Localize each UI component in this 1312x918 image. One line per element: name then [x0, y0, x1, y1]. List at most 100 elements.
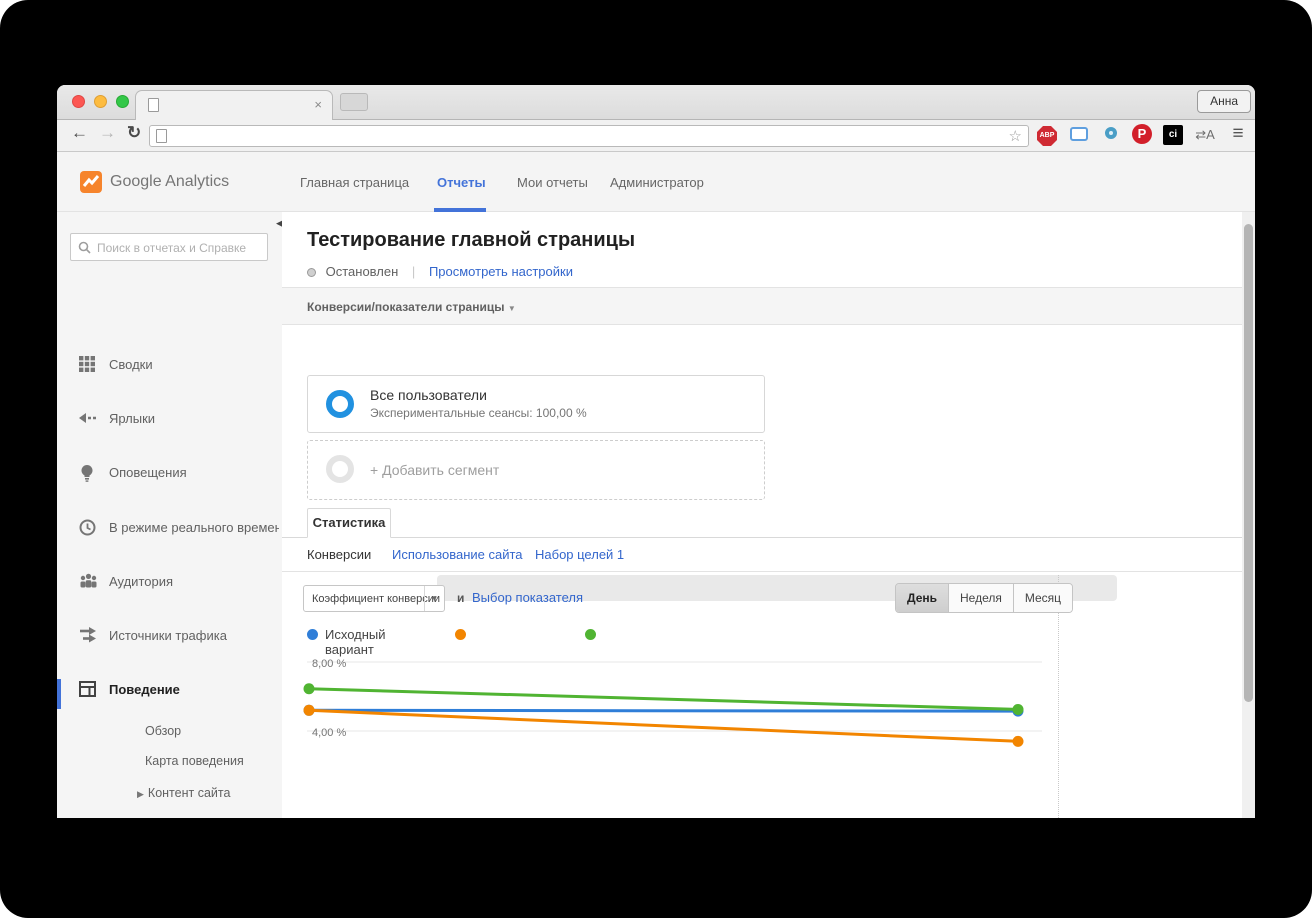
sidebar-item-label: Аудитория: [109, 574, 174, 589]
view-settings-link[interactable]: Просмотреть настройки: [429, 264, 573, 279]
granularity-day-button[interactable]: День: [896, 584, 948, 612]
shortcut-arrow-icon: [79, 410, 97, 428]
sidebar-sub-behavior-flow[interactable]: Карта поведения: [145, 754, 244, 768]
nav-reports[interactable]: Отчеты: [437, 175, 486, 190]
grid-icon: [79, 356, 97, 374]
browser-profile-button[interactable]: Анна: [1197, 90, 1251, 113]
segment-card-all-users[interactable]: Все пользователи Экспериментальные сеанс…: [307, 375, 765, 433]
page-icon: [156, 129, 167, 143]
maximize-window-button[interactable]: [116, 95, 129, 108]
browser-tab[interactable]: ×: [135, 90, 333, 120]
nav-admin[interactable]: Администратор: [610, 175, 704, 190]
add-segment-label: + Добавить сегмент: [370, 462, 500, 478]
drop-extension-icon[interactable]: [1100, 124, 1122, 146]
sidebar-item-acquisition[interactable]: Источники трафика: [57, 625, 282, 655]
screenshot-stage: × Анна ← → ↻ ☆ ABP P ci ⇄A ≡ Google Anal…: [0, 0, 1312, 918]
legend-dot-original[interactable]: [307, 629, 318, 640]
search-input[interactable]: Поиск в отчетах и Справке: [70, 233, 268, 261]
subtab-site-usage[interactable]: Использование сайта: [392, 547, 523, 562]
ci-label: ci: [1163, 125, 1183, 145]
sidebar-item-label: В режиме реального времени: [109, 520, 279, 535]
minimize-window-button[interactable]: [94, 95, 107, 108]
sub-label: Обзор: [145, 724, 182, 738]
back-icon[interactable]: ←: [71, 123, 88, 143]
ci-extension-icon[interactable]: ci: [1162, 124, 1184, 146]
legend-dot-variant2[interactable]: [585, 629, 596, 640]
sidebar-item-label: Поведение: [109, 682, 180, 697]
sidebar-sub-overview[interactable]: Обзор: [145, 724, 181, 738]
tab-statistics[interactable]: Статистика: [307, 508, 391, 538]
sidebar-item-shortcuts[interactable]: Ярлыки: [57, 408, 282, 438]
nav-my-reports[interactable]: Мои отчеты: [517, 175, 588, 190]
main-content: Тестирование главной страницы Остановлен…: [282, 212, 1242, 818]
metric-dropdown-label: Коэффициент конверсии: [312, 593, 440, 605]
status-dot-icon: [307, 268, 316, 277]
bookmark-star-icon[interactable]: ☆: [1009, 127, 1022, 145]
address-bar[interactable]: ☆: [149, 125, 1029, 147]
ga-header: Google Analytics Главная страница Отчеты…: [57, 152, 1255, 212]
granularity-buttons: День Неделя Месяц: [895, 583, 1074, 613]
and-label: и: [457, 591, 465, 605]
granularity-month-button[interactable]: Месяц: [1012, 584, 1073, 612]
add-segment-card[interactable]: + Добавить сегмент: [307, 440, 765, 500]
pinterest-extension-icon[interactable]: P: [1131, 124, 1153, 146]
sub-label: Контент сайта: [147, 786, 231, 800]
status-divider: |: [411, 264, 416, 279]
segment-title: Все пользователи: [370, 387, 487, 403]
segment-subtitle: Экспериментальные сеансы: 100,00 %: [370, 406, 587, 420]
select-metric-link[interactable]: Выбор показателя: [472, 590, 583, 605]
sidebar-sub-site-content[interactable]: ▶ Контент сайта: [137, 786, 230, 800]
y-tick-4: 4,00 %: [312, 727, 347, 739]
browser-tabstrip: × Анна: [57, 85, 1255, 120]
subtab-goal-set[interactable]: Набор целей 1: [535, 547, 624, 562]
page-scrollbar[interactable]: [1242, 212, 1255, 818]
subtabs-row: Конверсии Использование сайта Набор целе…: [282, 538, 1242, 572]
page-title: Тестирование главной страницы: [307, 229, 636, 251]
legend-dot-variant1[interactable]: [455, 629, 466, 640]
sidebar-item-label: Источники трафика: [109, 628, 227, 643]
layout-icon: [79, 681, 97, 699]
sidebar-item-audience[interactable]: Аудитория: [57, 571, 282, 601]
sidebar-item-behavior[interactable]: Поведение: [57, 679, 282, 709]
bulb-icon: [79, 464, 97, 482]
status-row: Остановлен | Просмотреть настройки: [307, 264, 573, 279]
expand-triangle-icon: ▶: [137, 789, 144, 799]
section-dropdown-bar[interactable]: Конверсии/показатели страницы ▼: [282, 287, 1242, 325]
screenshot-extension-icon[interactable]: [1068, 124, 1090, 146]
clock-icon: [79, 519, 97, 537]
scrollbar-thumb[interactable]: [1244, 224, 1253, 702]
new-tab-button[interactable]: [340, 93, 368, 111]
sidebar-item-label: Сводки: [109, 357, 153, 372]
people-icon: [79, 573, 97, 591]
segment-donut-icon: [326, 390, 354, 418]
traffic-arrows-icon: [79, 627, 97, 645]
search-icon: [78, 241, 91, 254]
subtab-conversions[interactable]: Конверсии: [307, 547, 371, 562]
metric-dropdown[interactable]: Коэффициент конверсии ▼: [303, 585, 445, 612]
blank-page-icon: [148, 98, 159, 112]
browser-menu-icon[interactable]: ≡: [1227, 124, 1249, 146]
abp-label: ABP: [1037, 126, 1057, 146]
close-window-button[interactable]: [72, 95, 85, 108]
section-dropdown-label: Конверсии/показатели страницы: [307, 300, 505, 314]
forward-icon[interactable]: →: [99, 123, 116, 143]
y-tick-8: 8,00 %: [312, 658, 347, 670]
translate-extension-icon[interactable]: ⇄A: [1194, 124, 1216, 146]
sidebar-item-alerts[interactable]: Оповещения: [57, 462, 282, 492]
sidebar: Поиск в отчетах и Справке ◀ Сводки Ярлык…: [57, 212, 283, 818]
line-chart: [303, 661, 1042, 747]
search-placeholder: Поиск в отчетах и Справке: [97, 241, 247, 255]
nav-home[interactable]: Главная страница: [300, 175, 409, 190]
browser-window: × Анна ← → ↻ ☆ ABP P ci ⇄A ≡ Google Anal…: [57, 85, 1255, 818]
sidebar-item-dashboards[interactable]: Сводки: [57, 354, 282, 384]
tab-close-icon[interactable]: ×: [314, 98, 322, 111]
sub-label: Карта поведения: [145, 754, 244, 768]
adblock-extension-icon[interactable]: ABP: [1036, 124, 1058, 146]
ga-logo-text: Google Analytics: [110, 173, 230, 190]
pinterest-label: P: [1132, 124, 1152, 144]
chevron-down-icon: ▼: [507, 304, 516, 313]
reload-icon[interactable]: ↻: [127, 123, 141, 143]
granularity-week-button[interactable]: Неделя: [948, 584, 1013, 612]
ga-logo-icon: [80, 171, 102, 193]
sidebar-item-realtime[interactable]: В режиме реального времени: [57, 517, 282, 547]
